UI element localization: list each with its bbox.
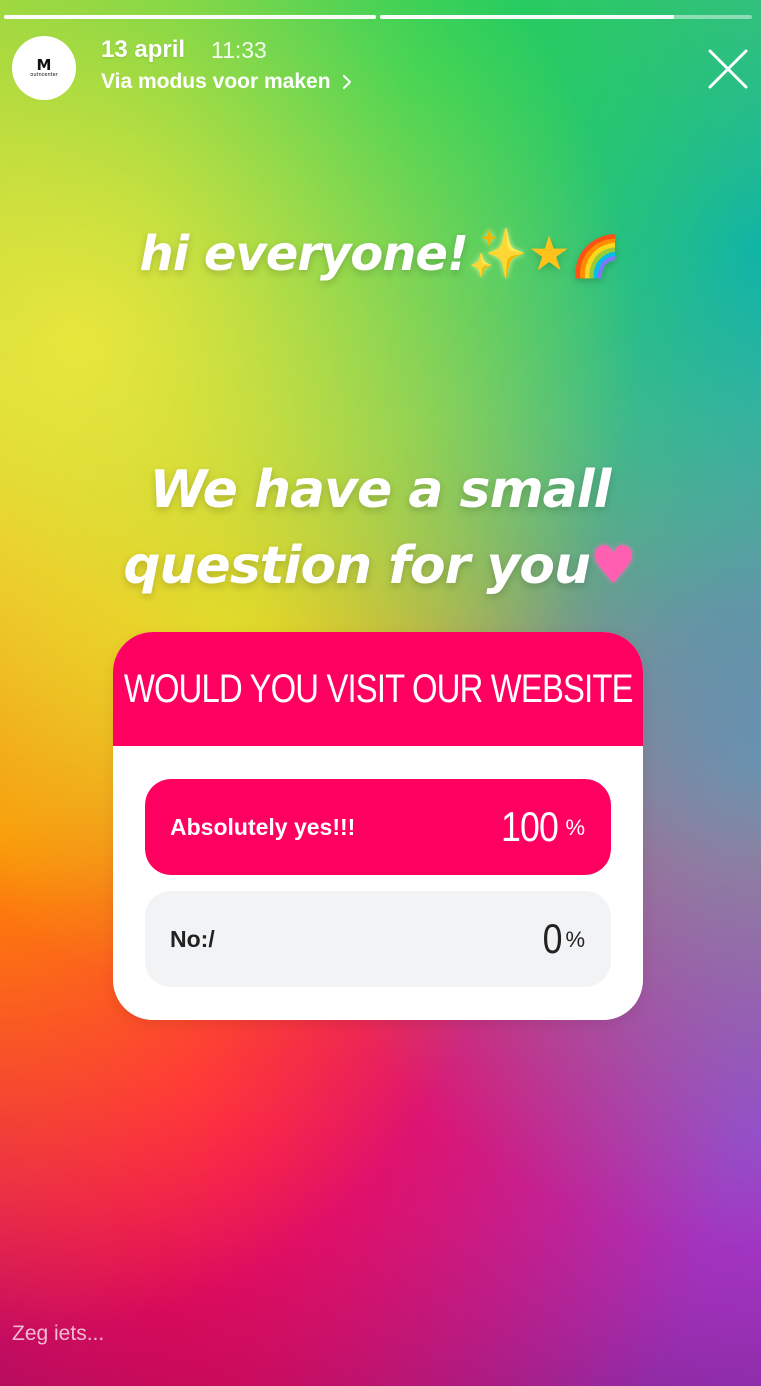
poll-option-percent-value: 100 [501,803,559,850]
sparkles-emoji: ✨ [467,226,528,282]
create-mode-link[interactable]: Via modus voor maken [101,70,355,94]
reply-input[interactable] [12,1322,612,1346]
close-icon[interactable] [704,45,752,93]
create-mode-label: Via modus voor maken [101,70,331,93]
greeting-text: hi everyone! [139,226,469,282]
question-line-1: We have a small [149,460,612,520]
poll-question: WOULD YOU VISIT OUR WEBSITE [123,666,634,711]
greeting-headline: hi everyone!✨★🌈 [80,222,680,289]
chevron-right-icon [342,75,351,89]
poll-option-percent-sign: % [565,927,585,952]
poll-option-label: Absolutely yes!!! [170,813,356,840]
poll-header: WOULD YOU VISIT OUR WEBSITE [113,632,643,746]
avatar-logo-text: outncenter [30,71,58,78]
star-emoji: ★ [527,226,571,282]
story-date: 13 april [101,36,186,63]
avatar-logo-mark: M [36,55,52,74]
poll-sticker: WOULD YOU VISIT OUR WEBSITE Absolutely y… [113,632,643,1020]
story-progress-fill-2 [380,15,674,19]
poll-option-label: No:/ [170,925,215,952]
poll-option-percent-sign: % [565,815,585,840]
rainbow-emoji: 🌈 [570,234,621,280]
poll-option-yes[interactable]: Absolutely yes!!! 100 % [145,779,611,875]
poll-option-percent: 0 % [541,891,585,987]
story-time: 11:33 [211,37,267,63]
poll-option-percent-value: 0 [542,915,563,962]
poll-option-no[interactable]: No:/ 0 % [145,891,611,987]
story-progress-bar-1 [4,15,376,19]
poll-option-percent: 100 % [496,779,585,875]
profile-avatar[interactable]: M outncenter [12,36,76,100]
question-line-2: question for you [123,536,591,596]
heart-emoji: ♥ [590,536,637,596]
story-progress-fill-1 [4,15,376,19]
story-progress-bar-2 [380,15,752,19]
question-headline: We have a small question for you♥ [80,452,680,604]
